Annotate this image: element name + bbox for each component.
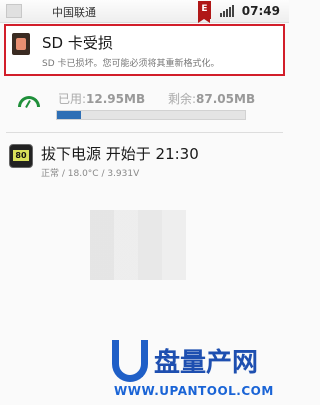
charging-title: 拔下电源 开始于 21:30	[41, 145, 199, 163]
used-value: 12.95MB	[86, 92, 146, 106]
status-bar: 中国联通 E 07:49	[0, 0, 289, 23]
watermark-logo: 盘量产网 WWW.UPANTOOL.COM	[112, 340, 282, 400]
charging-detail: 正常 / 18.0°C / 3.931V	[41, 169, 140, 179]
clock: 07:49	[241, 4, 280, 18]
bookmark-e-icon: E	[198, 1, 211, 23]
notification-icon	[6, 4, 22, 18]
battery-icon: 80	[9, 144, 33, 168]
divider	[6, 132, 283, 133]
signal-icon	[220, 5, 234, 17]
sd-notification-description: SD 卡已损坏。您可能必须将其重新格式化。	[42, 59, 220, 69]
storage-notification[interactable]: 已用:12.95MB 剩余:87.05MB	[0, 78, 289, 126]
carrier-label: 中国联通	[52, 6, 96, 19]
storage-progress-fill	[57, 111, 82, 119]
storage-used: 已用:12.95MB	[58, 90, 145, 107]
blurred-area	[90, 210, 186, 280]
u-logo-icon	[112, 340, 148, 382]
battery-level-text: 80	[13, 150, 29, 161]
watermark-url: WWW.UPANTOOL.COM	[114, 384, 274, 398]
watermark-brand: 盘量产网	[154, 348, 259, 378]
sd-card-icon	[12, 33, 30, 55]
sd-notification-title: SD 卡受损	[42, 34, 113, 52]
storage-progress-bar	[56, 110, 246, 120]
storage-free: 剩余:87.05MB	[168, 90, 255, 107]
charging-notification[interactable]: 80 拔下电源 开始于 21:30 正常 / 18.0°C / 3.931V	[0, 138, 289, 182]
sd-card-damaged-notification[interactable]: SD 卡受损 SD 卡已损坏。您可能必须将其重新格式化。	[4, 24, 285, 76]
gauge-icon	[18, 96, 40, 107]
used-label: 已用:	[58, 92, 87, 106]
free-value: 87.05MB	[196, 92, 256, 106]
free-label: 剩余:	[168, 92, 197, 106]
